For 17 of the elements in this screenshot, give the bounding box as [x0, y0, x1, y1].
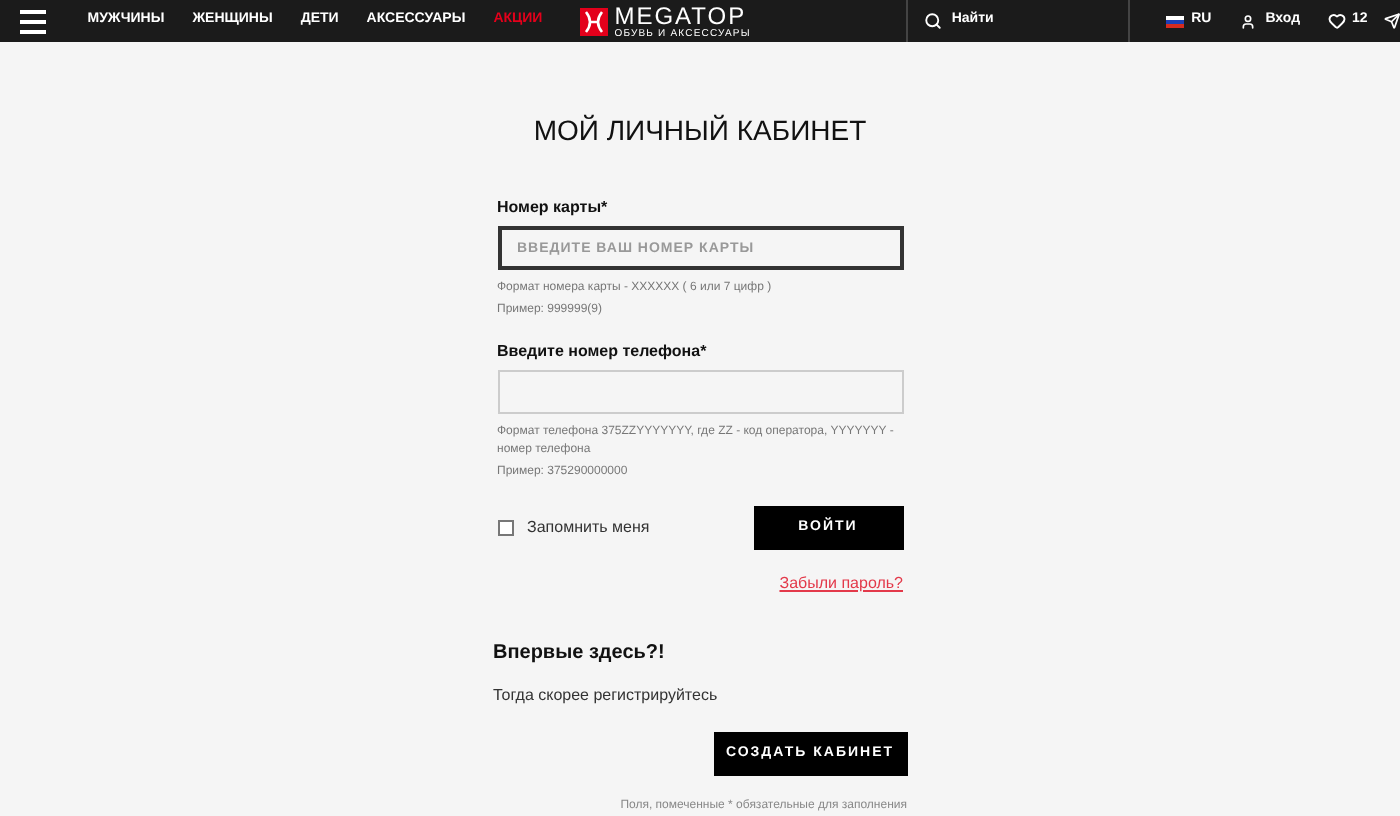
user-icon: [1239, 13, 1256, 29]
forgot-password-link[interactable]: Забыли пароль?: [779, 572, 903, 596]
send-icon[interactable]: [1383, 12, 1400, 30]
phone-input[interactable]: [497, 370, 903, 414]
checkbox-label: Запомнить меня: [527, 516, 650, 540]
heart-icon: [1328, 12, 1347, 30]
register-text: Тогда скорее регистрируйтесь: [493, 684, 720, 708]
flag-icon: [1165, 15, 1184, 27]
register-heading: Впервые здесь?!: [493, 640, 667, 668]
logo-text: MEGATOP: [614, 3, 749, 27]
field-label: Номер карты*: [497, 196, 610, 220]
logo-icon: [580, 7, 609, 35]
search-icon: [923, 12, 942, 30]
page-title: МОЙ ЛИЧНЫЙ КАБИНЕТ: [533, 112, 867, 150]
menu-icon[interactable]: [20, 9, 46, 33]
remember-checkbox[interactable]: [497, 520, 513, 536]
field-label: Введите номер телефона*: [497, 340, 709, 364]
